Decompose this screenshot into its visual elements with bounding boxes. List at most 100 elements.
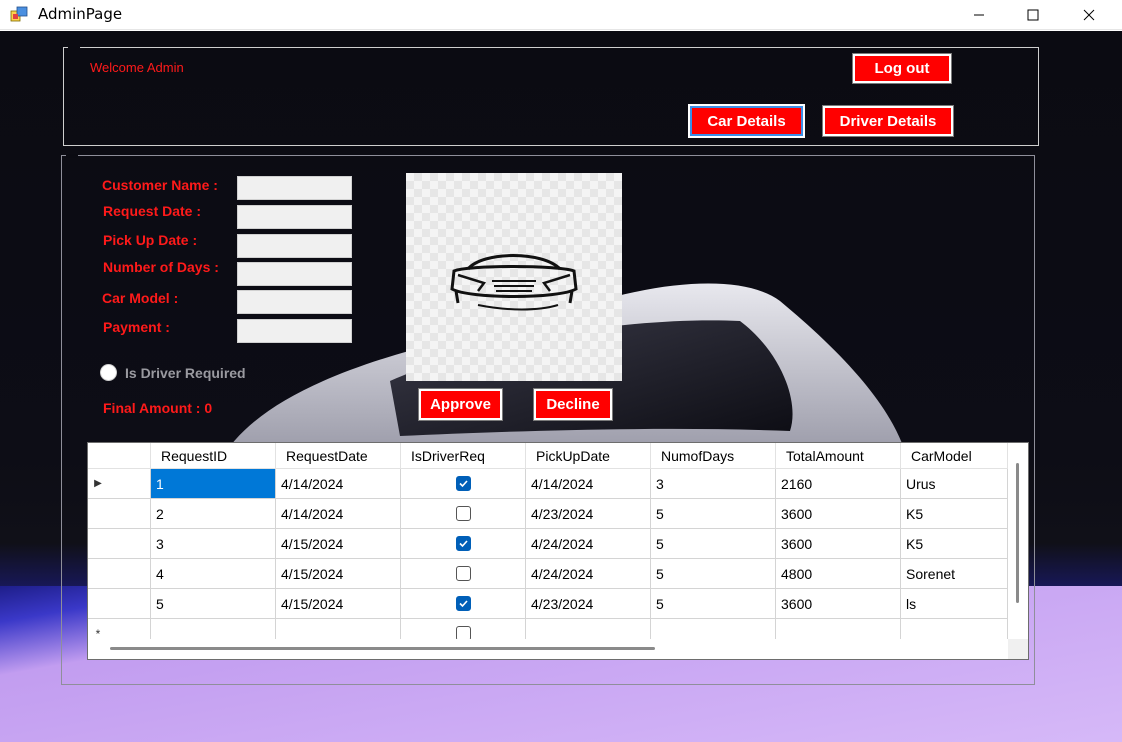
- cell-pickup[interactable]: 4/24/2024: [526, 559, 651, 589]
- customer-name-label: Customer Name :: [102, 177, 218, 193]
- logout-button[interactable]: Log out: [852, 53, 952, 84]
- pickup-date-label: Pick Up Date :: [103, 232, 198, 248]
- approve-button[interactable]: Approve: [418, 388, 503, 421]
- unchecked-checkbox[interactable]: [455, 506, 471, 521]
- vertical-scrollbar[interactable]: [1008, 443, 1028, 639]
- minimize-button[interactable]: [956, 0, 1002, 30]
- vertical-scroll-thumb[interactable]: [1016, 463, 1019, 603]
- cell-days[interactable]: 5: [651, 529, 776, 559]
- driver-details-button[interactable]: Driver Details: [822, 105, 954, 137]
- car-details-button[interactable]: Car Details: [688, 104, 805, 138]
- requests-grid[interactable]: RequestID RequestDate IsDriverReq PickUpDat…: [87, 442, 1029, 660]
- number-of-days-label: Number of Days :: [103, 259, 219, 275]
- cell-pickup[interactable]: 4/14/2024: [526, 469, 651, 499]
- customer-name-field[interactable]: [237, 176, 352, 200]
- cell-total[interactable]: 3600: [776, 529, 901, 559]
- request-date-label: Request Date :: [103, 203, 202, 219]
- close-icon: [1083, 9, 1095, 21]
- row-header[interactable]: [88, 559, 151, 589]
- request-date-field[interactable]: [237, 205, 352, 229]
- driver-required-label: Is Driver Required: [125, 364, 246, 381]
- cell-id[interactable]: 1: [151, 469, 276, 499]
- minimize-icon: [974, 14, 984, 16]
- horizontal-scrollbar[interactable]: [88, 639, 1008, 659]
- car-model-label: Car Model :: [102, 290, 179, 306]
- driver-checkbox-cell[interactable]: [401, 499, 526, 529]
- window-title: AdminPage: [38, 5, 123, 23]
- cell-pickup[interactable]: 4/24/2024: [526, 529, 651, 559]
- checkmark-icon: [458, 600, 468, 608]
- checked-checkbox[interactable]: [455, 536, 471, 551]
- column-header-totalamount[interactable]: TotalAmount: [776, 443, 901, 469]
- column-header-isdriverreq[interactable]: IsDriverReq: [401, 443, 526, 469]
- checked-checkbox[interactable]: [455, 596, 471, 611]
- cell-days[interactable]: 5: [651, 559, 776, 589]
- driver-checkbox-cell[interactable]: [401, 559, 526, 589]
- pickup-date-field[interactable]: [237, 234, 352, 258]
- current-row-marker-icon: ▶: [94, 478, 102, 489]
- driver-checkbox-cell[interactable]: [401, 469, 526, 499]
- cell-pickup[interactable]: 4/23/2024: [526, 499, 651, 529]
- cell-request-date[interactable]: 4/14/2024: [276, 469, 401, 499]
- column-header-numofdays[interactable]: NumofDays: [651, 443, 776, 469]
- row-header[interactable]: ▶: [88, 469, 151, 499]
- cell-request-date[interactable]: 4/14/2024: [276, 499, 401, 529]
- cell-model[interactable]: K5: [901, 529, 1008, 559]
- cell-id[interactable]: 5: [151, 589, 276, 619]
- cell-days[interactable]: 3: [651, 469, 776, 499]
- cell-total[interactable]: 3600: [776, 589, 901, 619]
- radio-circle[interactable]: [100, 364, 117, 381]
- cell-request-date[interactable]: 4/15/2024: [276, 559, 401, 589]
- payment-field[interactable]: [237, 319, 352, 343]
- welcome-label: Welcome Admin: [90, 60, 184, 75]
- cell-model[interactable]: ls: [901, 589, 1008, 619]
- car-outline-icon: [450, 254, 578, 311]
- cell-total[interactable]: 4800: [776, 559, 901, 589]
- cell-pickup[interactable]: 4/23/2024: [526, 589, 651, 619]
- row-header[interactable]: [88, 529, 151, 559]
- final-amount-label: Final Amount : 0: [103, 400, 213, 416]
- scrollbar-corner: [1008, 639, 1028, 659]
- close-button[interactable]: [1066, 0, 1112, 30]
- client-area: Welcome Admin Log out Car Details Driver…: [0, 31, 1122, 742]
- table-row[interactable]: ▶ 1 4/14/2024 4/14/2024 3 2160 Urus: [88, 469, 1008, 499]
- cell-total[interactable]: 3600: [776, 499, 901, 529]
- horizontal-scroll-thumb[interactable]: [110, 647, 655, 650]
- table-row[interactable]: 3 4/15/2024 4/24/2024 5 3600 K5: [88, 529, 1008, 559]
- cell-id[interactable]: 2: [151, 499, 276, 529]
- cell-model[interactable]: Sorenet: [901, 559, 1008, 589]
- cell-model[interactable]: Urus: [901, 469, 1008, 499]
- driver-required-radio[interactable]: Is Driver Required: [100, 364, 246, 381]
- checkmark-icon: [458, 480, 468, 488]
- cell-days[interactable]: 5: [651, 499, 776, 529]
- grid-top-left-header[interactable]: [88, 443, 151, 469]
- driver-checkbox-cell[interactable]: [401, 589, 526, 619]
- row-header[interactable]: [88, 589, 151, 619]
- cell-total[interactable]: 2160: [776, 469, 901, 499]
- unchecked-checkbox[interactable]: [455, 566, 471, 581]
- checked-checkbox[interactable]: [455, 476, 471, 491]
- cell-id[interactable]: 3: [151, 529, 276, 559]
- table-row[interactable]: 5 4/15/2024 4/23/2024 5 3600 ls: [88, 589, 1008, 619]
- cell-model[interactable]: K5: [901, 499, 1008, 529]
- table-row[interactable]: 4 4/15/2024 4/24/2024 5 4800 Sorenet: [88, 559, 1008, 589]
- row-header[interactable]: [88, 499, 151, 529]
- column-header-carmodel[interactable]: CarModel: [901, 443, 1008, 469]
- title-bar: AdminPage: [0, 0, 1122, 30]
- cell-id[interactable]: 4: [151, 559, 276, 589]
- grid-body: RequestID RequestDate IsDriverReq PickUpDat…: [88, 443, 1008, 649]
- cell-request-date[interactable]: 4/15/2024: [276, 589, 401, 619]
- column-header-requestdate[interactable]: RequestDate: [276, 443, 401, 469]
- column-header-pickupdate[interactable]: PickUpDate: [526, 443, 651, 469]
- table-row[interactable]: 2 4/14/2024 4/23/2024 5 3600 K5: [88, 499, 1008, 529]
- decline-button[interactable]: Decline: [533, 388, 613, 421]
- maximize-button[interactable]: [1010, 0, 1056, 30]
- number-of-days-field[interactable]: [237, 262, 352, 286]
- cell-request-date[interactable]: 4/15/2024: [276, 529, 401, 559]
- maximize-icon: [1027, 9, 1039, 21]
- cell-days[interactable]: 5: [651, 589, 776, 619]
- column-header-requestid[interactable]: RequestID: [151, 443, 276, 469]
- car-model-field[interactable]: [237, 290, 352, 314]
- driver-checkbox-cell[interactable]: [401, 529, 526, 559]
- checkmark-icon: [458, 540, 468, 548]
